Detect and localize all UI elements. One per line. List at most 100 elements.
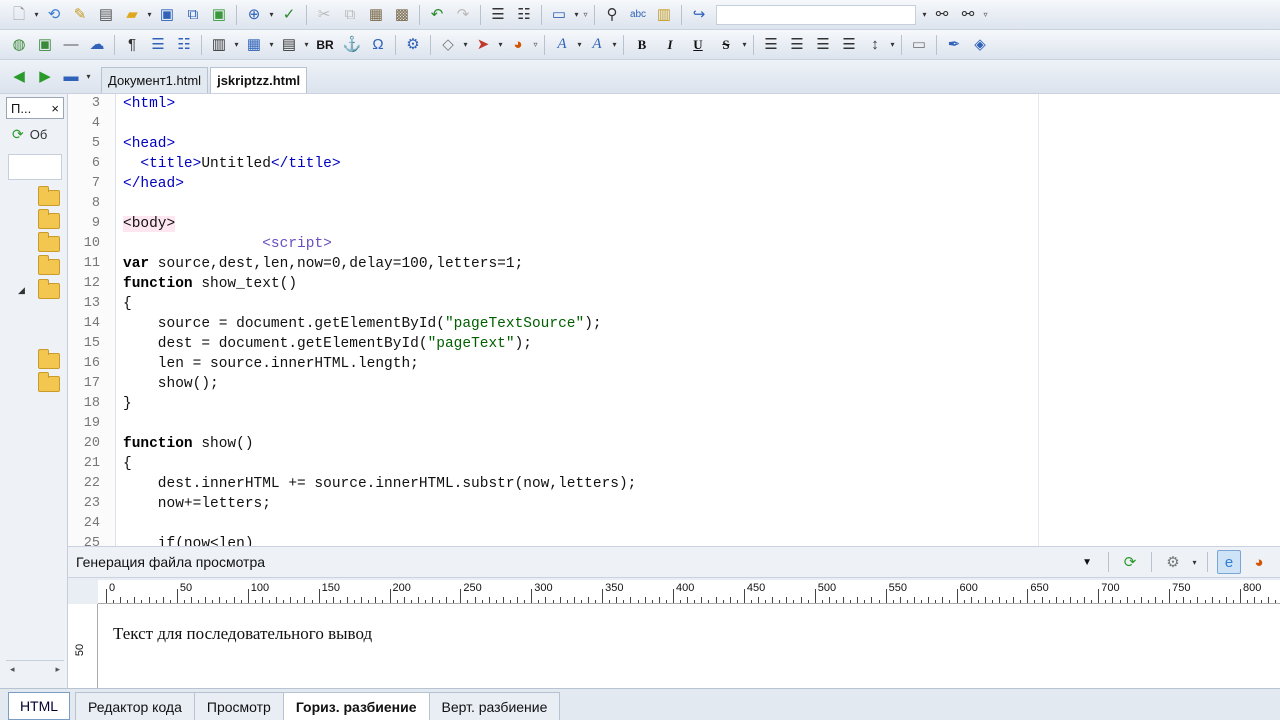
- font-style-icon[interactable]: A: [550, 33, 574, 57]
- back-arrow-icon[interactable]: ◀: [7, 65, 31, 89]
- image-icon[interactable]: ▣: [33, 33, 57, 57]
- chevron-down-icon[interactable]: ▾: [920, 10, 929, 19]
- overflow-icon[interactable]: ▿: [981, 10, 990, 19]
- horizontal-scrollbar[interactable]: ◂ ▸: [6, 660, 64, 678]
- replace-icon[interactable]: abc: [626, 3, 650, 27]
- chevron-down-icon[interactable]: ▾: [610, 40, 619, 49]
- panel-search-input[interactable]: [8, 154, 62, 180]
- chevron-down-icon[interactable]: ▾: [1190, 558, 1199, 567]
- overflow-icon[interactable]: ▿: [531, 40, 540, 49]
- edit-icon[interactable]: ✎: [68, 3, 92, 27]
- zoom-icon[interactable]: ⊕: [242, 3, 266, 27]
- close-icon[interactable]: ×: [51, 101, 59, 116]
- paste-special-icon[interactable]: ▩: [390, 3, 414, 27]
- search-input[interactable]: [716, 4, 916, 25]
- form-icon[interactable]: ▤: [277, 33, 301, 57]
- save-icon[interactable]: ▣: [155, 3, 179, 27]
- scroll-left-icon[interactable]: ◂: [10, 664, 15, 675]
- pointer-icon[interactable]: ➤: [471, 33, 495, 57]
- comment-icon[interactable]: ☁: [85, 33, 109, 57]
- chevron-down-icon[interactable]: ▾: [572, 10, 581, 19]
- italic-button[interactable]: I: [657, 33, 683, 57]
- align-center-icon[interactable]: ☰: [785, 33, 809, 57]
- refresh-button[interactable]: ⟳ Об: [12, 126, 47, 143]
- binoculars-next-icon[interactable]: ⚯: [930, 3, 954, 27]
- chevron-down-icon[interactable]: ▾: [145, 10, 154, 19]
- doc-tab[interactable]: Документ1.html: [101, 66, 209, 93]
- expand-arrow-icon[interactable]: ◢: [18, 285, 25, 296]
- chevron-down-icon[interactable]: ▼: [1082, 557, 1092, 568]
- underline-button[interactable]: U: [685, 33, 711, 57]
- redo-icon[interactable]: ↷: [451, 3, 475, 27]
- panel-tab[interactable]: П... ×: [6, 97, 64, 119]
- tag-icon[interactable]: ◇: [436, 33, 460, 57]
- hyperlink-icon[interactable]: ↪: [687, 3, 711, 27]
- copy-icon[interactable]: ⧉: [338, 3, 362, 27]
- line-spacing-icon[interactable]: ↕: [863, 33, 887, 57]
- save-ftp-icon[interactable]: ▣: [207, 3, 231, 27]
- folder-icon[interactable]: [38, 349, 60, 369]
- tab-preview[interactable]: Просмотр: [193, 692, 284, 720]
- block-icon[interactable]: ▭: [907, 33, 931, 57]
- chevron-down-icon[interactable]: ▾: [84, 72, 93, 81]
- tab-code-editor[interactable]: Редактор кода: [75, 692, 195, 720]
- scroll-right-icon[interactable]: ▸: [55, 664, 60, 675]
- hr-icon[interactable]: —: [59, 33, 83, 57]
- folder-icon[interactable]: [38, 372, 60, 392]
- html-mode-button[interactable]: HTML: [8, 692, 70, 720]
- preview-pane[interactable]: Текст для последовательного вывод: [98, 604, 1280, 688]
- paragraph-icon[interactable]: ¶: [120, 33, 144, 57]
- chevron-down-icon[interactable]: ▾: [575, 40, 584, 49]
- chevron-down-icon[interactable]: ▾: [302, 40, 311, 49]
- new-file-icon[interactable]: 🗋: [7, 3, 31, 27]
- bold-button[interactable]: B: [629, 33, 655, 57]
- layout-icon[interactable]: ▭: [547, 3, 571, 27]
- spellcheck-icon[interactable]: ✓: [277, 3, 301, 27]
- indent-icon[interactable]: ☰: [486, 3, 510, 27]
- folder-icon[interactable]: [38, 255, 60, 275]
- chevron-down-icon[interactable]: ▾: [496, 40, 505, 49]
- tab-horizontal-split[interactable]: Гориз. разбиение: [282, 692, 430, 720]
- refresh-preview-icon[interactable]: ⟳: [1118, 550, 1142, 574]
- chevron-down-icon[interactable]: ▾: [461, 40, 470, 49]
- web-icon[interactable]: ◍: [7, 33, 31, 57]
- folder-icon[interactable]: [38, 209, 60, 229]
- find-in-files-icon[interactable]: ▥: [652, 3, 676, 27]
- chevron-down-icon[interactable]: ▾: [232, 40, 241, 49]
- cut-icon[interactable]: ✂: [312, 3, 336, 27]
- align-left-icon[interactable]: ☰: [759, 33, 783, 57]
- document-list-icon[interactable]: ▬: [59, 65, 83, 89]
- chevron-down-icon[interactable]: ▾: [267, 40, 276, 49]
- strike-button[interactable]: S: [713, 33, 739, 57]
- chrome-browser-icon[interactable]: ◕: [1247, 550, 1271, 574]
- script-icon[interactable]: ⚙: [401, 33, 425, 57]
- fill-icon[interactable]: ◈: [968, 33, 992, 57]
- overflow-icon[interactable]: ▿: [581, 10, 590, 19]
- ie-browser-icon[interactable]: e: [1217, 550, 1241, 574]
- align-right-icon[interactable]: ☰: [811, 33, 835, 57]
- chevron-down-icon[interactable]: ▾: [740, 40, 749, 49]
- code-editor[interactable]: 3 <html> 4 5 <head> 6 <title>Untitled</title>…: [68, 94, 1280, 546]
- columns-icon[interactable]: ▥: [207, 33, 231, 57]
- settings-gear-icon[interactable]: ⚙: [1161, 550, 1185, 574]
- font-size-icon[interactable]: A: [585, 33, 609, 57]
- open-folder-icon[interactable]: ▰: [120, 3, 144, 27]
- ordered-list-icon[interactable]: ☷: [172, 33, 196, 57]
- tab-vertical-split[interactable]: Верт. разбиение: [428, 692, 561, 720]
- chevron-down-icon[interactable]: ▾: [32, 10, 41, 19]
- justify-icon[interactable]: ☰: [837, 33, 861, 57]
- special-char-button[interactable]: Ω: [366, 33, 390, 57]
- open-url-icon[interactable]: ⟲: [42, 3, 66, 27]
- chevron-down-icon[interactable]: ▾: [888, 40, 897, 49]
- outdent-icon[interactable]: ☷: [512, 3, 536, 27]
- undo-icon[interactable]: ↶: [425, 3, 449, 27]
- table-icon[interactable]: ▦: [242, 33, 266, 57]
- color-picker-icon[interactable]: ◕: [506, 33, 530, 57]
- print-icon[interactable]: ▤: [94, 3, 118, 27]
- unordered-list-icon[interactable]: ☰: [146, 33, 170, 57]
- chevron-down-icon[interactable]: ▾: [267, 10, 276, 19]
- forward-arrow-icon[interactable]: ▶: [33, 65, 57, 89]
- br-button[interactable]: BR: [312, 33, 338, 57]
- binoculars-prev-icon[interactable]: ⚯: [956, 3, 980, 27]
- anchor-button[interactable]: ⚓: [340, 33, 364, 57]
